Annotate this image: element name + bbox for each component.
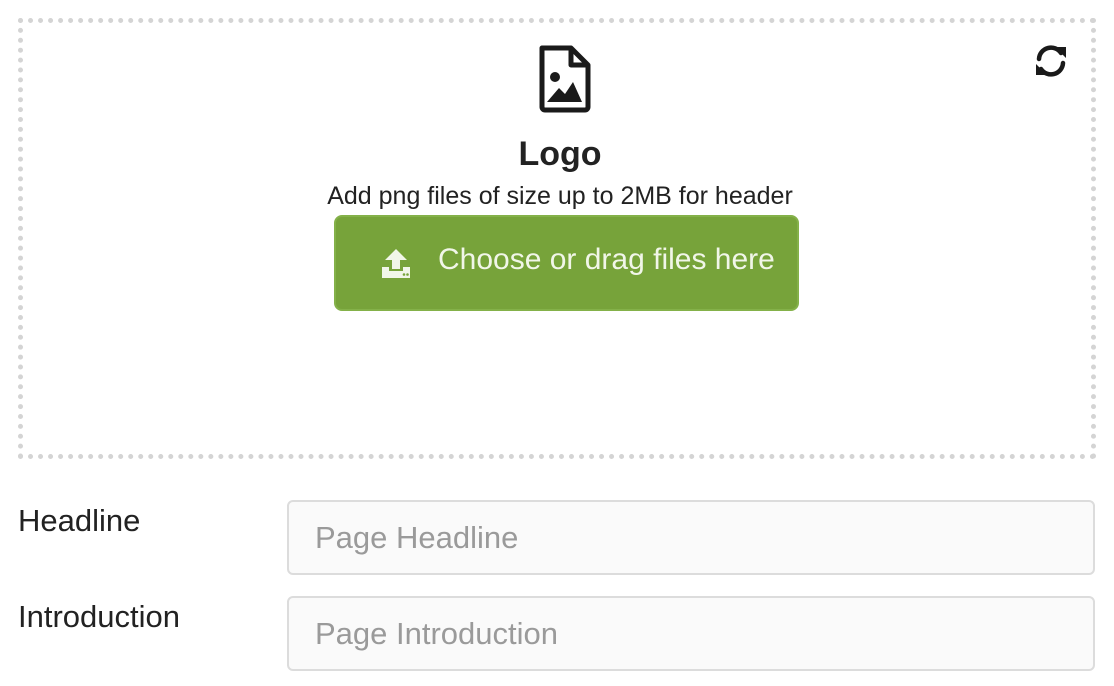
upload-title: Logo <box>518 135 602 173</box>
headline-input[interactable] <box>287 500 1095 575</box>
choose-files-button[interactable]: Choose or drag files here <box>334 215 799 311</box>
upload-description: Add png files of size up to 2MB for head… <box>327 182 793 210</box>
page: Logo Add png files of size up to 2MB for… <box>0 0 1114 686</box>
choose-files-label: Choose or drag files here <box>438 243 775 276</box>
headline-label: Headline <box>18 503 141 538</box>
upload-icon <box>382 249 410 278</box>
logo-dropzone[interactable]: Logo Add png files of size up to 2MB for… <box>18 18 1096 459</box>
introduction-label: Introduction <box>18 599 180 634</box>
file-image-icon <box>539 45 591 113</box>
refresh-icon[interactable] <box>1033 43 1069 79</box>
introduction-input[interactable] <box>287 596 1095 671</box>
